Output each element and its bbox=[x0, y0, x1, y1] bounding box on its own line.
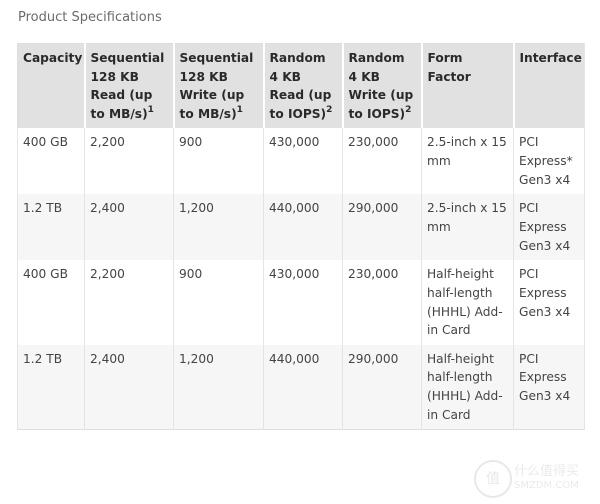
table-row: 1.2 TB 2,400 1,200 440,000 290,000 2.5-i… bbox=[17, 194, 585, 261]
cell-rand-write: 230,000 bbox=[342, 128, 422, 195]
footnote-marker: 2 bbox=[405, 104, 412, 115]
cell-interface: PCI Express Gen3 x4 bbox=[513, 194, 585, 261]
table-row: 1.2 TB 2,400 1,200 440,000 290,000 Half-… bbox=[17, 344, 585, 430]
cell-seq-read: 2,400 bbox=[84, 344, 174, 430]
cell-rand-write: 290,000 bbox=[342, 344, 422, 430]
watermark-subtext: SMZDM.COM bbox=[514, 480, 579, 491]
cell-form-factor: 2.5-inch x 15 mm bbox=[421, 194, 514, 261]
cell-seq-write: 1,200 bbox=[173, 194, 264, 261]
cell-rand-write: 290,000 bbox=[342, 194, 422, 261]
footnote-marker: 1 bbox=[236, 104, 243, 115]
table-row: 400 GB 2,200 900 430,000 230,000 2.5-inc… bbox=[17, 128, 585, 195]
table-header-row: Capacity Sequential 128 KB Read (up to M… bbox=[17, 43, 585, 129]
header-interface: Interface bbox=[512, 43, 585, 129]
header-seq-write: Sequential 128 KB Write (up to MB/s)1 bbox=[172, 43, 264, 129]
table-row: 400 GB 2,200 900 430,000 230,000 Half-he… bbox=[17, 260, 585, 345]
cell-seq-write: 900 bbox=[173, 260, 264, 345]
header-label: Form Factor bbox=[427, 51, 471, 84]
cell-interface: PCI Express Gen3 x4 bbox=[513, 344, 585, 430]
header-label: Interface bbox=[519, 51, 582, 65]
cell-rand-write: 230,000 bbox=[342, 260, 422, 345]
header-label: Random 4 KB Read (up to IOPS) bbox=[269, 51, 332, 121]
cell-seq-read: 2,400 bbox=[84, 194, 174, 261]
cell-form-factor: Half-height half-length (HHHL) Add-in Ca… bbox=[421, 260, 514, 345]
header-seq-read: Sequential 128 KB Read (up to MB/s)1 bbox=[83, 43, 174, 129]
footnote-marker: 1 bbox=[147, 104, 154, 115]
header-label: Capacity bbox=[23, 51, 83, 65]
footnote-marker: 2 bbox=[326, 104, 333, 115]
watermark-text: 什么值得买 bbox=[514, 464, 580, 479]
cell-rand-read: 440,000 bbox=[263, 344, 343, 430]
cell-rand-read: 430,000 bbox=[263, 260, 343, 345]
header-label: Random 4 KB Write (up to IOPS) bbox=[348, 51, 414, 121]
header-capacity: Capacity bbox=[17, 43, 85, 129]
cell-rand-read: 440,000 bbox=[263, 194, 343, 261]
cell-seq-read: 2,200 bbox=[84, 128, 174, 195]
cell-rand-read: 430,000 bbox=[263, 128, 343, 195]
cell-capacity: 400 GB bbox=[17, 128, 85, 195]
page-title: Product Specifications bbox=[18, 10, 162, 25]
watermark-logo-icon: 值 bbox=[474, 460, 512, 498]
cell-form-factor: Half-height half-length (HHHL) Add-in Ca… bbox=[421, 344, 514, 430]
cell-interface: PCI Express* Gen3 x4 bbox=[513, 128, 585, 195]
header-rand-write: Random 4 KB Write (up to IOPS)2 bbox=[341, 43, 422, 129]
cell-seq-write: 1,200 bbox=[173, 344, 264, 430]
product-specifications-table: Capacity Sequential 128 KB Read (up to M… bbox=[17, 43, 585, 431]
cell-capacity: 1.2 TB bbox=[17, 344, 85, 430]
cell-capacity: 1.2 TB bbox=[17, 194, 85, 261]
cell-form-factor: 2.5-inch x 15 mm bbox=[421, 128, 514, 195]
header-rand-read: Random 4 KB Read (up to IOPS)2 bbox=[262, 43, 343, 129]
header-form-factor: Form Factor bbox=[420, 43, 514, 129]
cell-seq-read: 2,200 bbox=[84, 260, 174, 345]
watermark: 值 什么值得买 SMZDM.COM bbox=[474, 458, 594, 498]
cell-interface: PCI Express Gen3 x4 bbox=[513, 260, 585, 345]
cell-seq-write: 900 bbox=[173, 128, 264, 195]
cell-capacity: 400 GB bbox=[17, 260, 85, 345]
